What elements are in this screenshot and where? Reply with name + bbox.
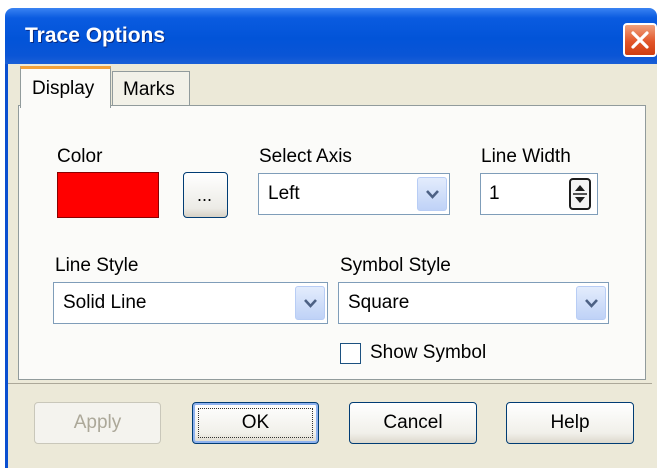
tab-marks[interactable]: Marks: [112, 71, 190, 105]
line-width-spinner[interactable]: 1: [480, 173, 598, 215]
line-style-dropdown[interactable]: Solid Line: [53, 282, 328, 324]
tab-display-label: Display: [32, 78, 95, 99]
title-bar: Trace Options: [5, 8, 657, 64]
help-button[interactable]: Help: [506, 402, 634, 444]
spinner-icon: [573, 185, 587, 203]
color-swatch[interactable]: [57, 172, 159, 218]
chevron-down-icon: [304, 299, 317, 308]
tab-marks-label: Marks: [123, 79, 175, 100]
show-symbol-label[interactable]: Show Symbol: [370, 342, 486, 364]
ok-button-label: OK: [241, 412, 270, 433]
help-button-label: Help: [550, 412, 590, 433]
line-width-value: 1: [489, 183, 500, 204]
chevron-down-icon: [426, 190, 439, 199]
color-label: Color: [57, 146, 103, 167]
cancel-button-label: Cancel: [383, 412, 443, 433]
symbol-style-value: Square: [348, 292, 410, 313]
dialog-title: Trace Options: [25, 24, 166, 47]
symbol-style-dropdown[interactable]: Square: [338, 282, 609, 324]
select-axis-value: Left: [268, 183, 300, 204]
show-symbol-checkbox[interactable]: [340, 343, 361, 364]
chevron-down-icon: [585, 299, 598, 308]
ok-button[interactable]: OK: [192, 402, 319, 444]
line-width-label: Line Width: [481, 146, 571, 167]
apply-button[interactable]: Apply: [34, 402, 161, 444]
apply-button-label: Apply: [73, 412, 122, 433]
button-separator: [8, 383, 652, 384]
line-style-value: Solid Line: [63, 292, 147, 313]
color-browse-label: ...: [197, 185, 213, 205]
select-axis-label: Select Axis: [259, 146, 352, 167]
select-axis-dropdown[interactable]: Left: [258, 173, 450, 215]
line-style-label: Line Style: [55, 255, 139, 276]
line-width-spin-buttons[interactable]: [569, 178, 591, 210]
cancel-button[interactable]: Cancel: [349, 402, 477, 444]
trace-options-dialog: Trace Options Display Marks Color ... Se…: [0, 0, 657, 468]
symbol-style-label: Symbol Style: [340, 255, 451, 276]
select-axis-dropdown-button[interactable]: [417, 177, 447, 211]
close-button[interactable]: [623, 23, 657, 57]
close-icon: [631, 31, 649, 49]
symbol-style-dropdown-button[interactable]: [576, 286, 606, 320]
line-style-dropdown-button[interactable]: [295, 286, 325, 320]
color-browse-button[interactable]: ...: [183, 172, 228, 218]
tab-display[interactable]: Display: [20, 66, 111, 108]
